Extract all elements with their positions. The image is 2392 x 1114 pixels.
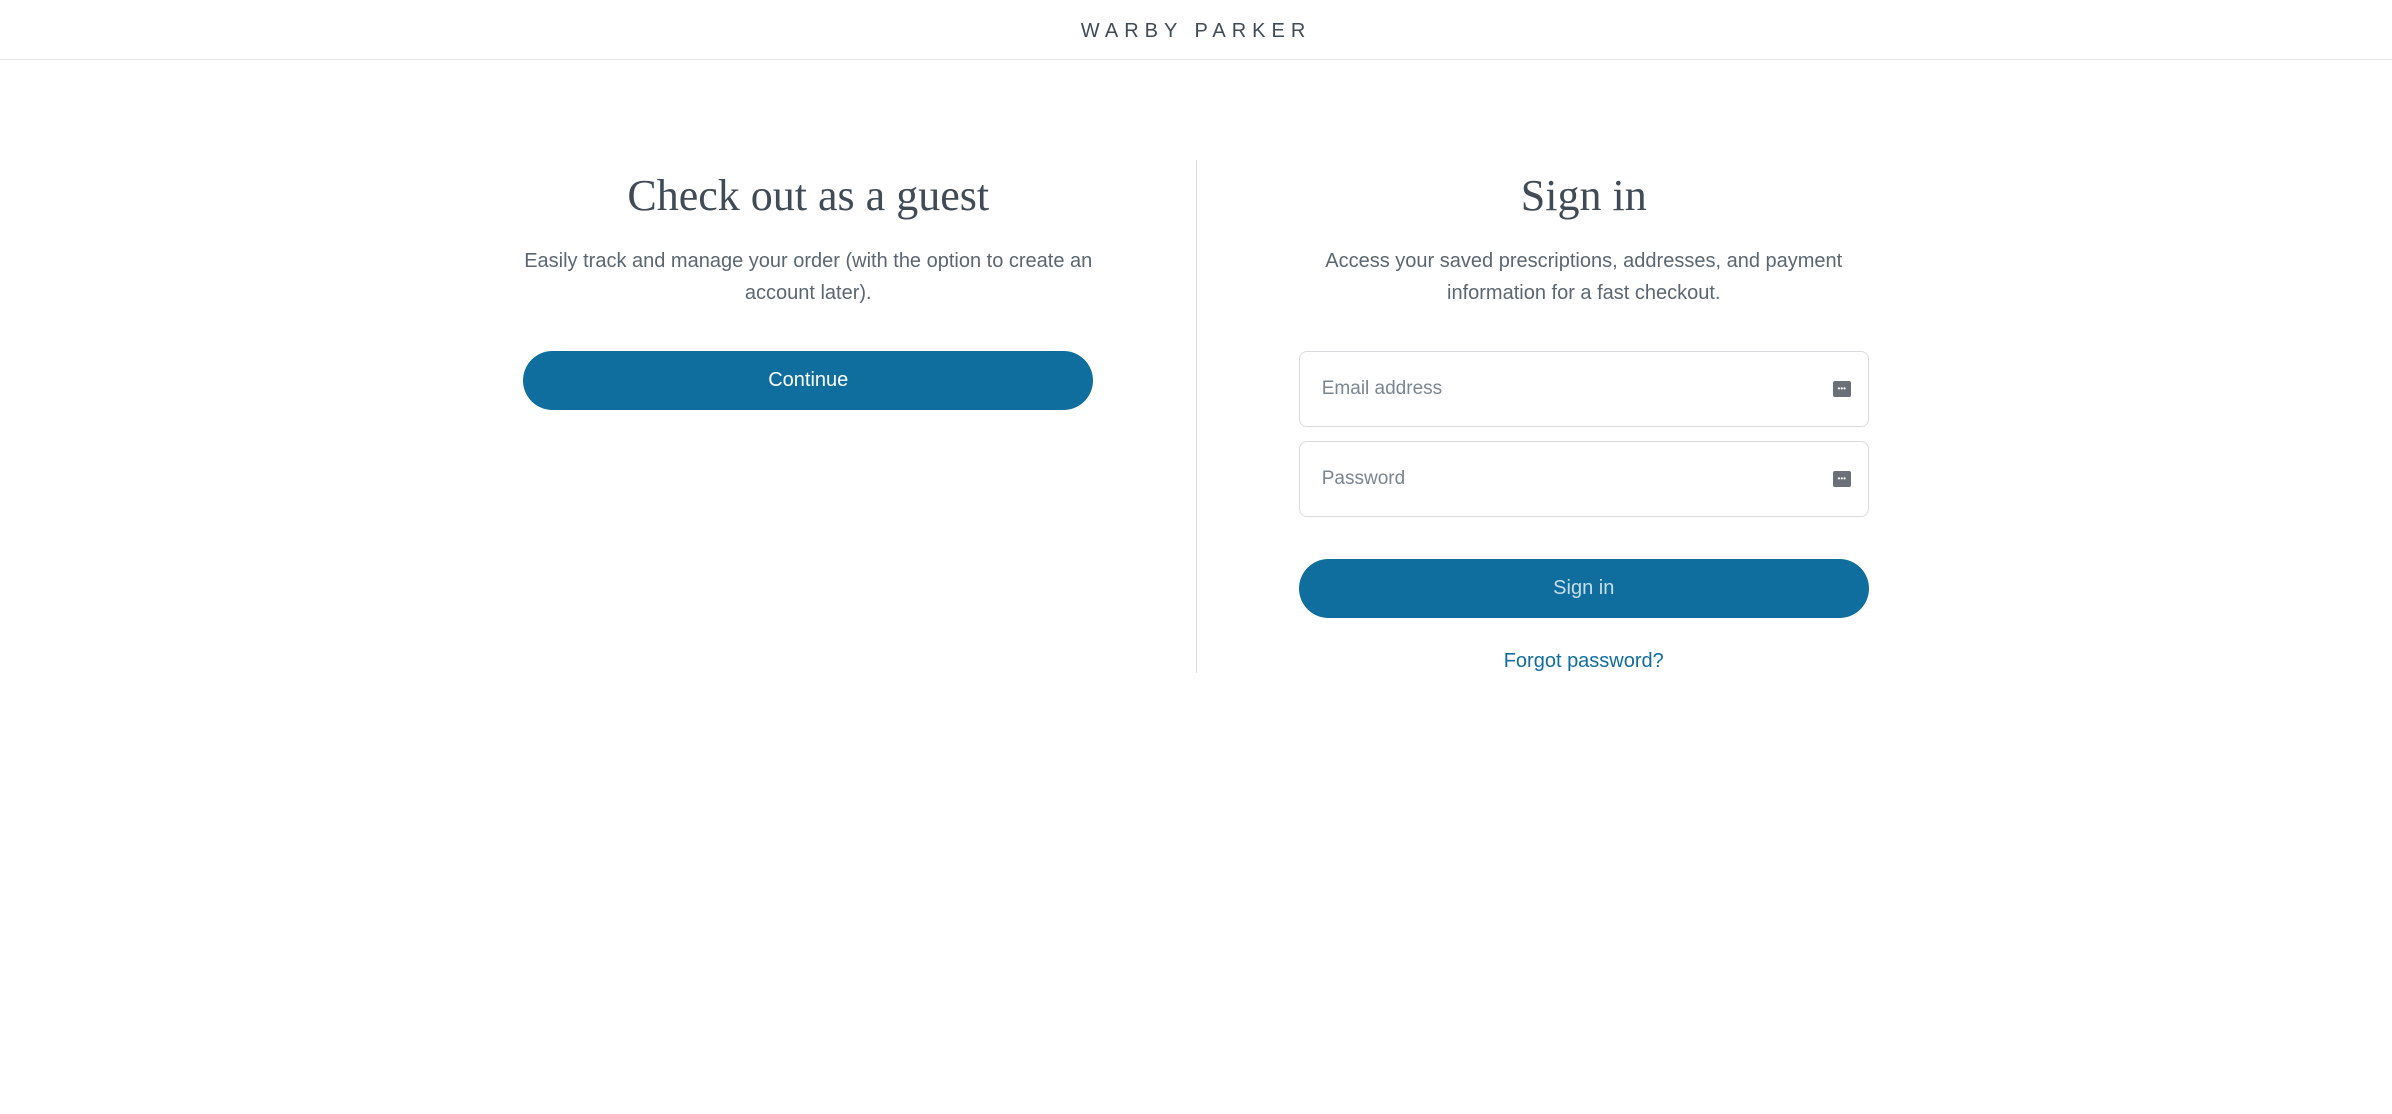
page-header: WARBY PARKER [0,0,2392,60]
forgot-password-link[interactable]: Forgot password? [1504,650,1664,673]
signin-button[interactable]: Sign in [1299,559,1869,618]
email-field[interactable] [1299,351,1869,427]
signin-button-wrap: Sign in [1299,559,1869,618]
password-field[interactable] [1299,441,1869,517]
autofill-icon [1833,381,1851,397]
password-input-wrap [1299,441,1869,517]
autofill-icon [1833,471,1851,487]
signin-section: Sign in Access your saved prescriptions,… [1197,170,1972,673]
signin-subtitle: Access your saved prescriptions, address… [1294,245,1874,309]
brand-logo[interactable]: WARBY PARKER [0,20,2392,43]
guest-checkout-section: Check out as a guest Easily track and ma… [421,170,1196,673]
main-content: Check out as a guest Easily track and ma… [421,60,1971,673]
continue-button[interactable]: Continue [523,351,1093,410]
guest-title: Check out as a guest [627,170,989,221]
signin-title: Sign in [1521,170,1647,221]
email-input-wrap [1299,351,1869,427]
guest-subtitle: Easily track and manage your order (with… [518,245,1098,309]
